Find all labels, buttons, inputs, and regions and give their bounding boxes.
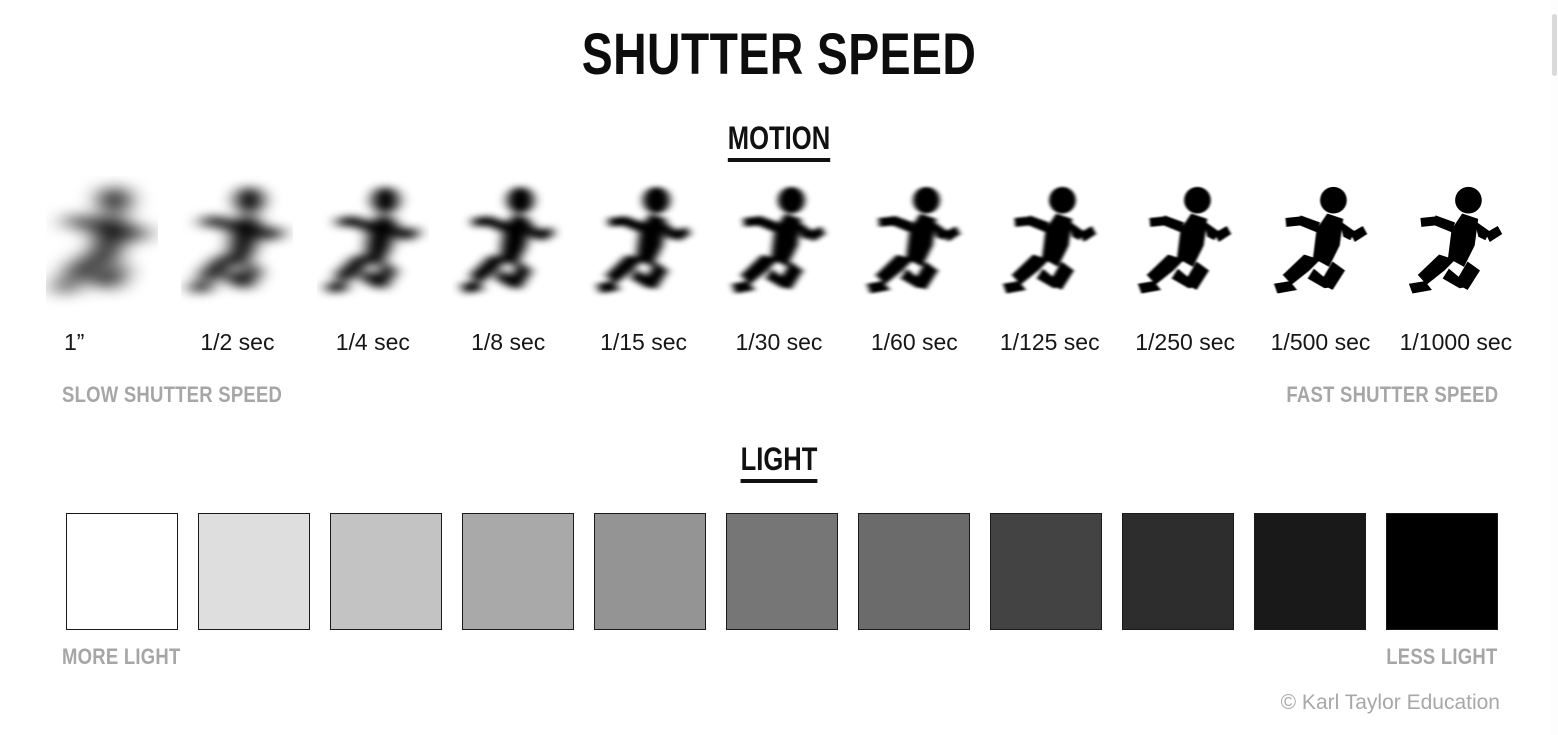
light-swatch [858,513,970,630]
light-swatch [990,513,1102,630]
runner-pictogram [1002,186,1096,294]
slow-shutter-speed-caption: SLOW SHUTTER SPEED [62,382,283,407]
runner-pictogram [731,186,826,294]
light-swatch [726,513,838,630]
page-title: SHUTTER SPEED [581,22,977,87]
motion-caption-row: SLOW SHUTTER SPEED FAST SHUTTER SPEED [62,382,1498,408]
light-swatch [462,513,574,630]
copyright-notice: © Karl Taylor Education [1280,691,1500,714]
runner-figure [171,168,303,308]
motion-runner-strip [36,168,1522,308]
runner-pictogram [54,186,149,294]
motion-heading-label: MOTION [727,120,831,162]
runner-figure [307,168,439,308]
runner-figure [578,168,710,308]
shutter-speed-label: 1/1000 sec [1399,329,1513,355]
light-swatch [1386,513,1498,630]
runner-figure [442,168,574,308]
runner-pictogram [867,186,961,294]
runner-pictogram [1273,186,1367,294]
runner-pictogram [325,186,420,294]
shutter-speed-label: 1/30 sec [735,329,823,355]
runner-figure [1390,168,1522,308]
fast-shutter-speed-caption: FAST SHUTTER SPEED [1286,382,1498,407]
shutter-speed-label: 1/15 sec [600,329,688,355]
light-swatch [594,513,706,630]
shutter-speed-label: 1” [64,329,85,355]
shutter-speed-label: 1/2 sec [200,329,275,355]
light-heading-label: LIGHT [740,441,818,483]
shutter-speed-label: 1/250 sec [1135,329,1235,355]
infographic-page: SHUTTER SPEED MOTION 1” 1/2 sec 1/4 sec 1/8… [0,0,1558,735]
light-caption-row: MORE LIGHT LESS LIGHT [62,644,1498,670]
runner-figure [1255,168,1387,308]
runner-pictogram [596,186,690,294]
runner-figure [713,168,845,308]
less-light-caption: LESS LIGHT [1386,644,1498,669]
light-section-heading: LIGHT [0,441,1558,483]
page-scrollbar-track[interactable] [1550,0,1558,735]
runner-figure [984,168,1116,308]
light-swatch [1254,513,1366,630]
shutter-speed-label: 1/60 sec [870,329,958,355]
shutter-speed-label: 1/125 sec [999,329,1100,355]
shutter-speed-label: 1/4 sec [335,329,410,355]
light-swatch [66,513,178,630]
runner-pictogram [461,186,555,294]
page-scrollbar-thumb[interactable] [1552,14,1557,76]
more-light-caption: MORE LIGHT [62,644,181,669]
runner-pictogram [1408,186,1503,294]
light-swatch [1122,513,1234,630]
shutter-speed-label: 1/500 sec [1270,329,1371,355]
light-swatch-strip [66,513,1498,630]
shutter-speed-label: 1/8 sec [471,329,546,355]
light-swatch [198,513,310,630]
runner-figure [36,168,168,308]
light-swatch [330,513,442,630]
shutter-speed-label-row: 1” 1/2 sec 1/4 sec 1/8 sec 1/15 sec 1/30 sec 1… [36,328,1522,356]
runner-figure [848,168,980,308]
motion-section-heading: MOTION [0,120,1558,162]
runner-pictogram [190,186,284,294]
runner-figure [1119,168,1251,308]
runner-pictogram [1138,186,1232,294]
